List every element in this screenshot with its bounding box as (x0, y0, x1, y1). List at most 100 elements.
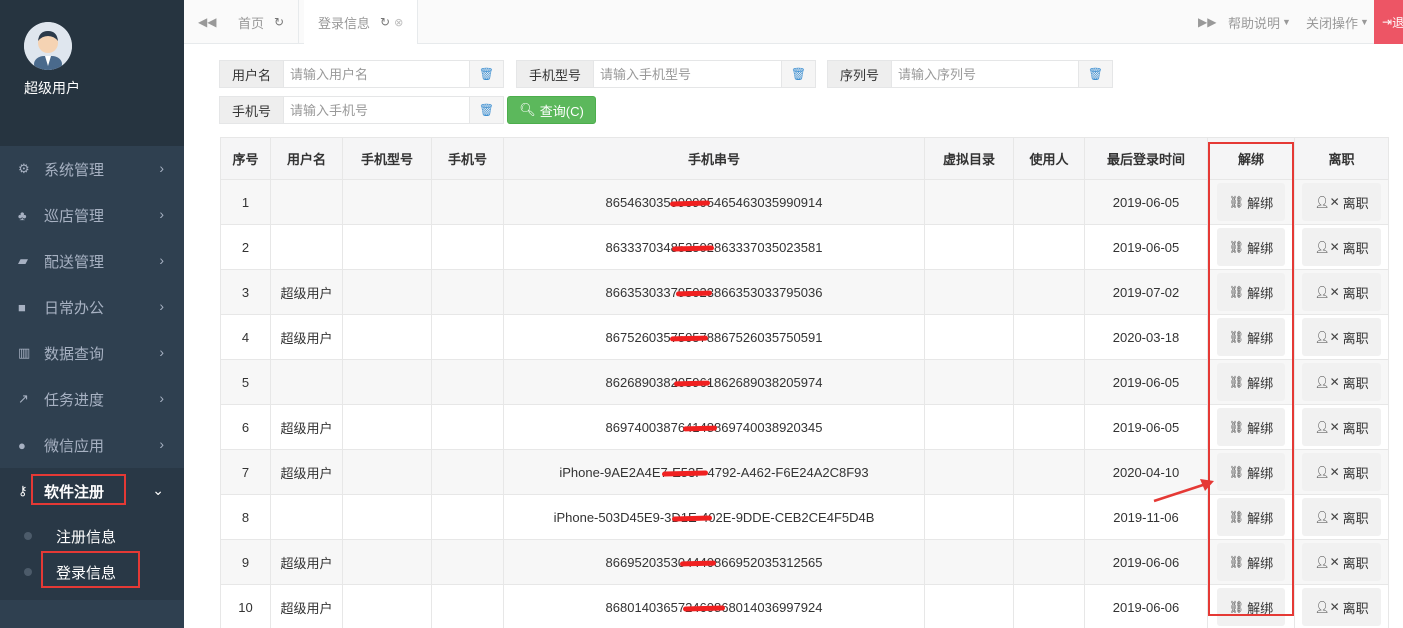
holder-cell (1013, 179, 1085, 225)
trash-icon[interactable]: 🗑 (469, 61, 503, 87)
virtual-dir-cell (924, 269, 1014, 315)
unlink-icon: ⛓ (1228, 285, 1245, 299)
tab-scroll-right-icon[interactable]: ▶▶ (1198, 0, 1216, 44)
unbind-button[interactable]: ⛓ 解绑 (1216, 183, 1286, 221)
unbind-button[interactable]: ⛓ 解绑 (1216, 363, 1286, 401)
resign-button[interactable]: 👤︎✕ 离职 (1302, 453, 1381, 491)
username-cell (270, 179, 343, 225)
resign-button[interactable]: 👤︎✕ 离职 (1302, 498, 1381, 536)
sidebar-item-task-progress[interactable]: ↗ 任务进度 › (0, 376, 184, 422)
unbind-label: 解绑 (1247, 330, 1274, 346)
row-number-cell: 10 (220, 584, 271, 628)
unbind-button[interactable]: ⛓ 解绑 (1216, 588, 1286, 626)
chevron-right-icon: › (159, 206, 164, 222)
imei-text: iPhone-9AE2A4E7-E53F-4792-A462-F6E24A2C8… (559, 464, 869, 480)
help-dropdown[interactable]: 帮助说明 ▼ (1228, 0, 1291, 44)
sidebar-subitem-registration-info[interactable]: 注册信息 (0, 518, 184, 554)
column-header[interactable]: 手机串号 (503, 137, 925, 180)
resign-cell: 👤︎✕ 离职 (1294, 404, 1389, 450)
close-icon[interactable]: ⊗ (394, 16, 403, 29)
trash-icon[interactable]: 🗑 (1078, 61, 1112, 87)
phone-number-input[interactable] (284, 97, 469, 123)
column-header[interactable]: 解绑 (1207, 137, 1295, 180)
column-header[interactable]: 虚拟目录 (924, 137, 1014, 180)
sitemap-icon: ♣ (18, 207, 27, 223)
phone-model-input[interactable] (594, 61, 781, 87)
key-icon: ⚷ (18, 483, 28, 498)
sidebar-subitem-login-info[interactable]: 登录信息 (0, 554, 184, 590)
sidebar-item-data-query[interactable]: ▥ 数据查询 › (0, 330, 184, 376)
phone-model-cell (342, 584, 432, 628)
unbind-button[interactable]: ⛓ 解绑 (1216, 273, 1286, 311)
sidebar-item-office[interactable]: ■ 日常办公 › (0, 284, 184, 330)
username-cell: 超级用户 (270, 584, 343, 628)
unbind-button[interactable]: ⛓ 解绑 (1216, 498, 1286, 536)
unbind-button[interactable]: ⛓ 解绑 (1216, 543, 1286, 581)
column-header[interactable]: 离职 (1294, 137, 1389, 180)
avatar[interactable] (24, 22, 72, 70)
virtual-dir-cell (924, 449, 1014, 495)
username-input[interactable] (284, 61, 469, 87)
table-row: 6超级用户 869740038764148869740038920345 2019-… (220, 404, 1389, 450)
table-row: 2 863337034852502863337035023581 2019-06-0… (220, 224, 1389, 270)
refresh-icon[interactable]: ↻ (274, 15, 284, 29)
resign-button[interactable]: 👤︎✕ 离职 (1302, 543, 1381, 581)
sidebar: 超级用户 ⚙ 系统管理 › ♣ 巡店管理 › ▰ 配送管理 › ■ 日常办公 ›… (0, 0, 184, 628)
phone-number-cell (431, 359, 504, 405)
query-button[interactable]: 🔍︎ 查询(C) (507, 96, 596, 124)
virtual-dir-cell (924, 404, 1014, 450)
phone-model-label: 手机型号 (517, 61, 595, 87)
chevron-right-icon: › (159, 344, 164, 360)
resign-button[interactable]: 👤︎✕ 离职 (1302, 363, 1381, 401)
trash-icon[interactable]: 🗑 (469, 97, 503, 123)
login-info-table: 序号 用户名 手机型号 手机号 手机串号 虚拟目录 使用人 最后登录时间 解绑 … (220, 137, 1389, 628)
unbind-button[interactable]: ⛓ 解绑 (1216, 408, 1286, 446)
tab-home[interactable]: 首页 ↻ (224, 0, 300, 44)
logout-button[interactable]: ⇥退出 (1374, 0, 1403, 44)
column-header[interactable]: 手机号 (431, 137, 504, 180)
redaction-mark (682, 425, 717, 432)
resign-button[interactable]: 👤︎✕ 离职 (1302, 273, 1381, 311)
briefcase-icon: ■ (18, 299, 26, 315)
holder-cell (1013, 314, 1085, 360)
row-number-cell: 4 (220, 314, 271, 360)
sidebar-item-store-patrol[interactable]: ♣ 巡店管理 › (0, 192, 184, 238)
serial-input[interactable] (892, 61, 1078, 87)
imei-cell: 867526035750578867526035750591 (503, 314, 925, 360)
phone-number-cell (431, 539, 504, 585)
resign-button[interactable]: 👤︎✕ 离职 (1302, 228, 1381, 266)
sidebar-item-system[interactable]: ⚙ 系统管理 › (0, 146, 184, 192)
column-header[interactable]: 手机型号 (342, 137, 432, 180)
column-header[interactable]: 最后登录时间 (1084, 137, 1208, 180)
last-login-cell: 2019-06-05 (1084, 179, 1208, 225)
user-remove-icon: 👤︎✕ (1314, 240, 1340, 254)
resign-button[interactable]: 👤︎✕ 离职 (1302, 183, 1381, 221)
unbind-cell: ⛓ 解绑 (1207, 449, 1295, 495)
close-ops-dropdown[interactable]: 关闭操作 ▼ (1306, 0, 1369, 44)
last-login-cell: 2019-06-05 (1084, 404, 1208, 450)
resign-button[interactable]: 👤︎✕ 离职 (1302, 408, 1381, 446)
unbind-cell: ⛓ 解绑 (1207, 404, 1295, 450)
resign-button[interactable]: 👤︎✕ 离职 (1302, 588, 1381, 626)
unbind-label: 解绑 (1247, 195, 1274, 211)
sidebar-item-wechat[interactable]: ● 微信应用 › (0, 422, 184, 468)
unbind-button[interactable]: ⛓ 解绑 (1216, 228, 1286, 266)
column-header[interactable]: 序号 (220, 137, 271, 180)
sidebar-item-delivery[interactable]: ▰ 配送管理 › (0, 238, 184, 284)
column-header[interactable]: 使用人 (1013, 137, 1085, 180)
resign-button[interactable]: 👤︎✕ 离职 (1302, 318, 1381, 356)
unlink-icon: ⛓ (1228, 555, 1245, 569)
sidebar-item-software-registration[interactable]: ⚷ 软件注册 ⌄ (0, 468, 184, 514)
serial-filter: 序列号 🗑 (827, 60, 1113, 88)
unbind-button[interactable]: ⛓ 解绑 (1216, 318, 1286, 356)
wechat-icon: ● (18, 437, 26, 453)
imei-cell: iPhone-9AE2A4E7-E53F-4792-A462-F6E24A2C8… (503, 449, 925, 495)
trash-icon[interactable]: 🗑 (781, 61, 815, 87)
column-header[interactable]: 用户名 (270, 137, 343, 180)
unbind-button[interactable]: ⛓ 解绑 (1216, 453, 1286, 491)
refresh-icon[interactable]: ↻ (380, 15, 390, 29)
row-number-cell: 8 (220, 494, 271, 540)
tab-login-info[interactable]: 登录信息 ↻ ⊗ (304, 0, 419, 44)
unbind-cell: ⛓ 解绑 (1207, 539, 1295, 585)
tab-scroll-left-icon[interactable]: ◀◀ (198, 0, 216, 44)
